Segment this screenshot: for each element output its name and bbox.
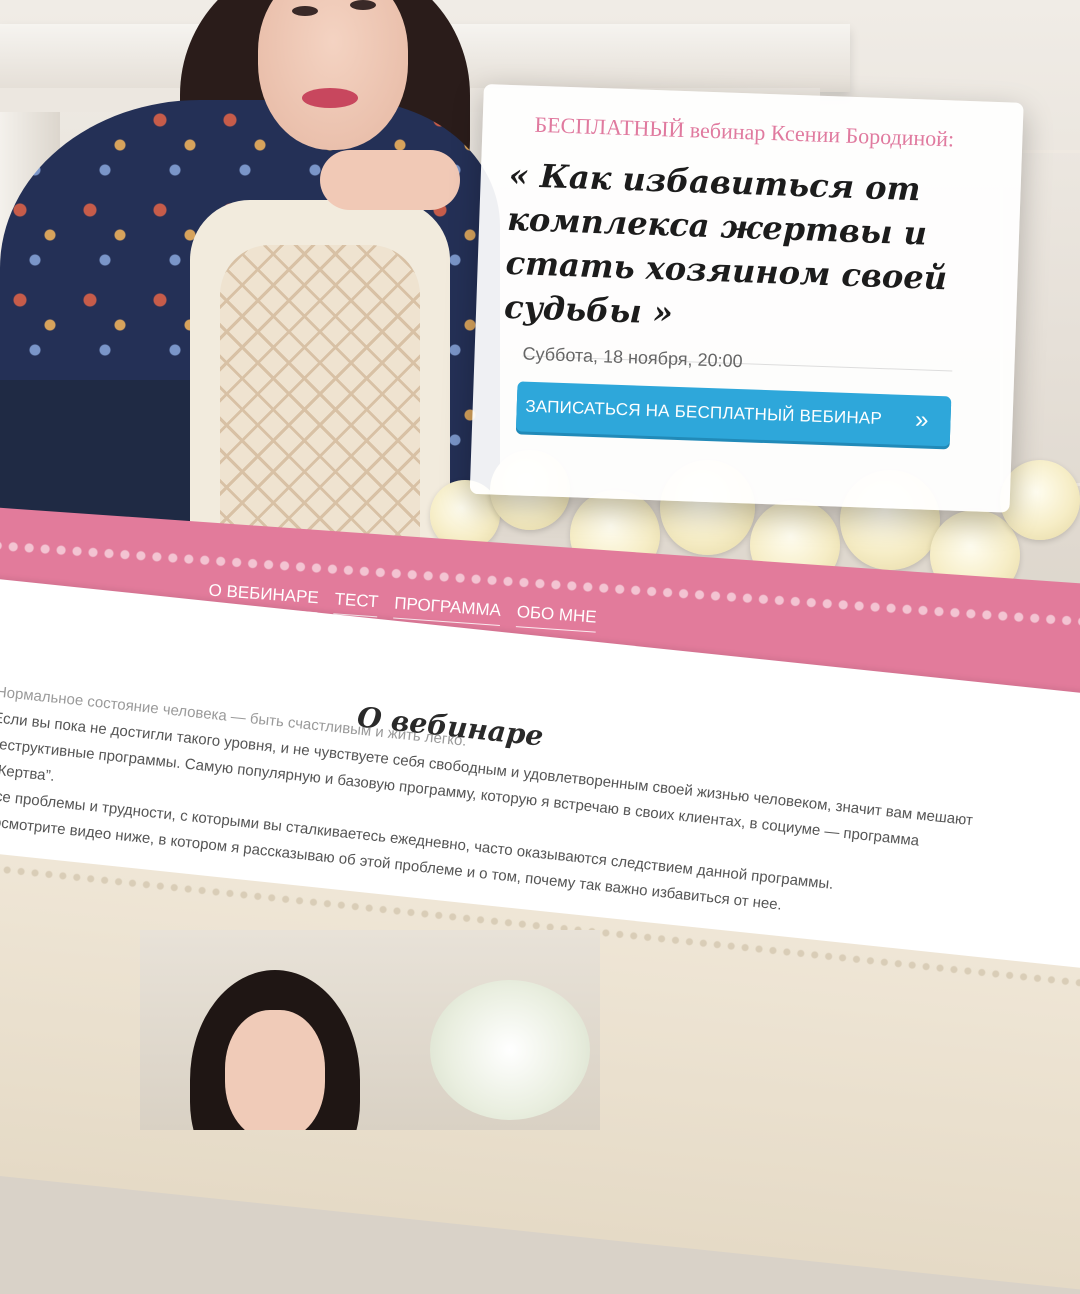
chair-upholstery [220, 245, 420, 545]
double-chevron-right-icon: » [914, 406, 930, 434]
flower-bloom [430, 980, 590, 1120]
speaker-arms [320, 150, 460, 210]
nav-item-about-me[interactable]: ОБО МНЕ [515, 602, 598, 633]
rose [1000, 460, 1080, 540]
speaker-eye-left [292, 6, 318, 16]
webinar-card: БЕСПЛАТНЫЙ вебинар Ксении Бородиной: « К… [469, 84, 1024, 513]
webinar-title: « Как избавиться от комплекса жертвы и с… [503, 155, 948, 332]
speaker-jeans [0, 380, 210, 530]
register-button-label: ЗАПИСАТЬСЯ НА БЕСПЛАТНЫЙ ВЕБИНАР [525, 396, 883, 429]
nav-item-test[interactable]: ТЕСТ [333, 589, 380, 618]
speaker-lips [302, 88, 358, 108]
speaker-photo-lower [140, 930, 600, 1130]
speaker-face [225, 1010, 325, 1130]
nav-item-program[interactable]: ПРОГРАММА [393, 593, 502, 626]
register-button[interactable]: ЗАПИСАТЬСЯ НА БЕСПЛАТНЫЙ ВЕБИНАР » [515, 381, 952, 447]
webinar-kicker: БЕСПЛАТНЫЙ вебинар Ксении Бородиной: [534, 111, 955, 152]
webinar-date: Суббота, 18 ноября, 20:00 [522, 343, 743, 372]
speaker-eye-right [350, 0, 376, 10]
